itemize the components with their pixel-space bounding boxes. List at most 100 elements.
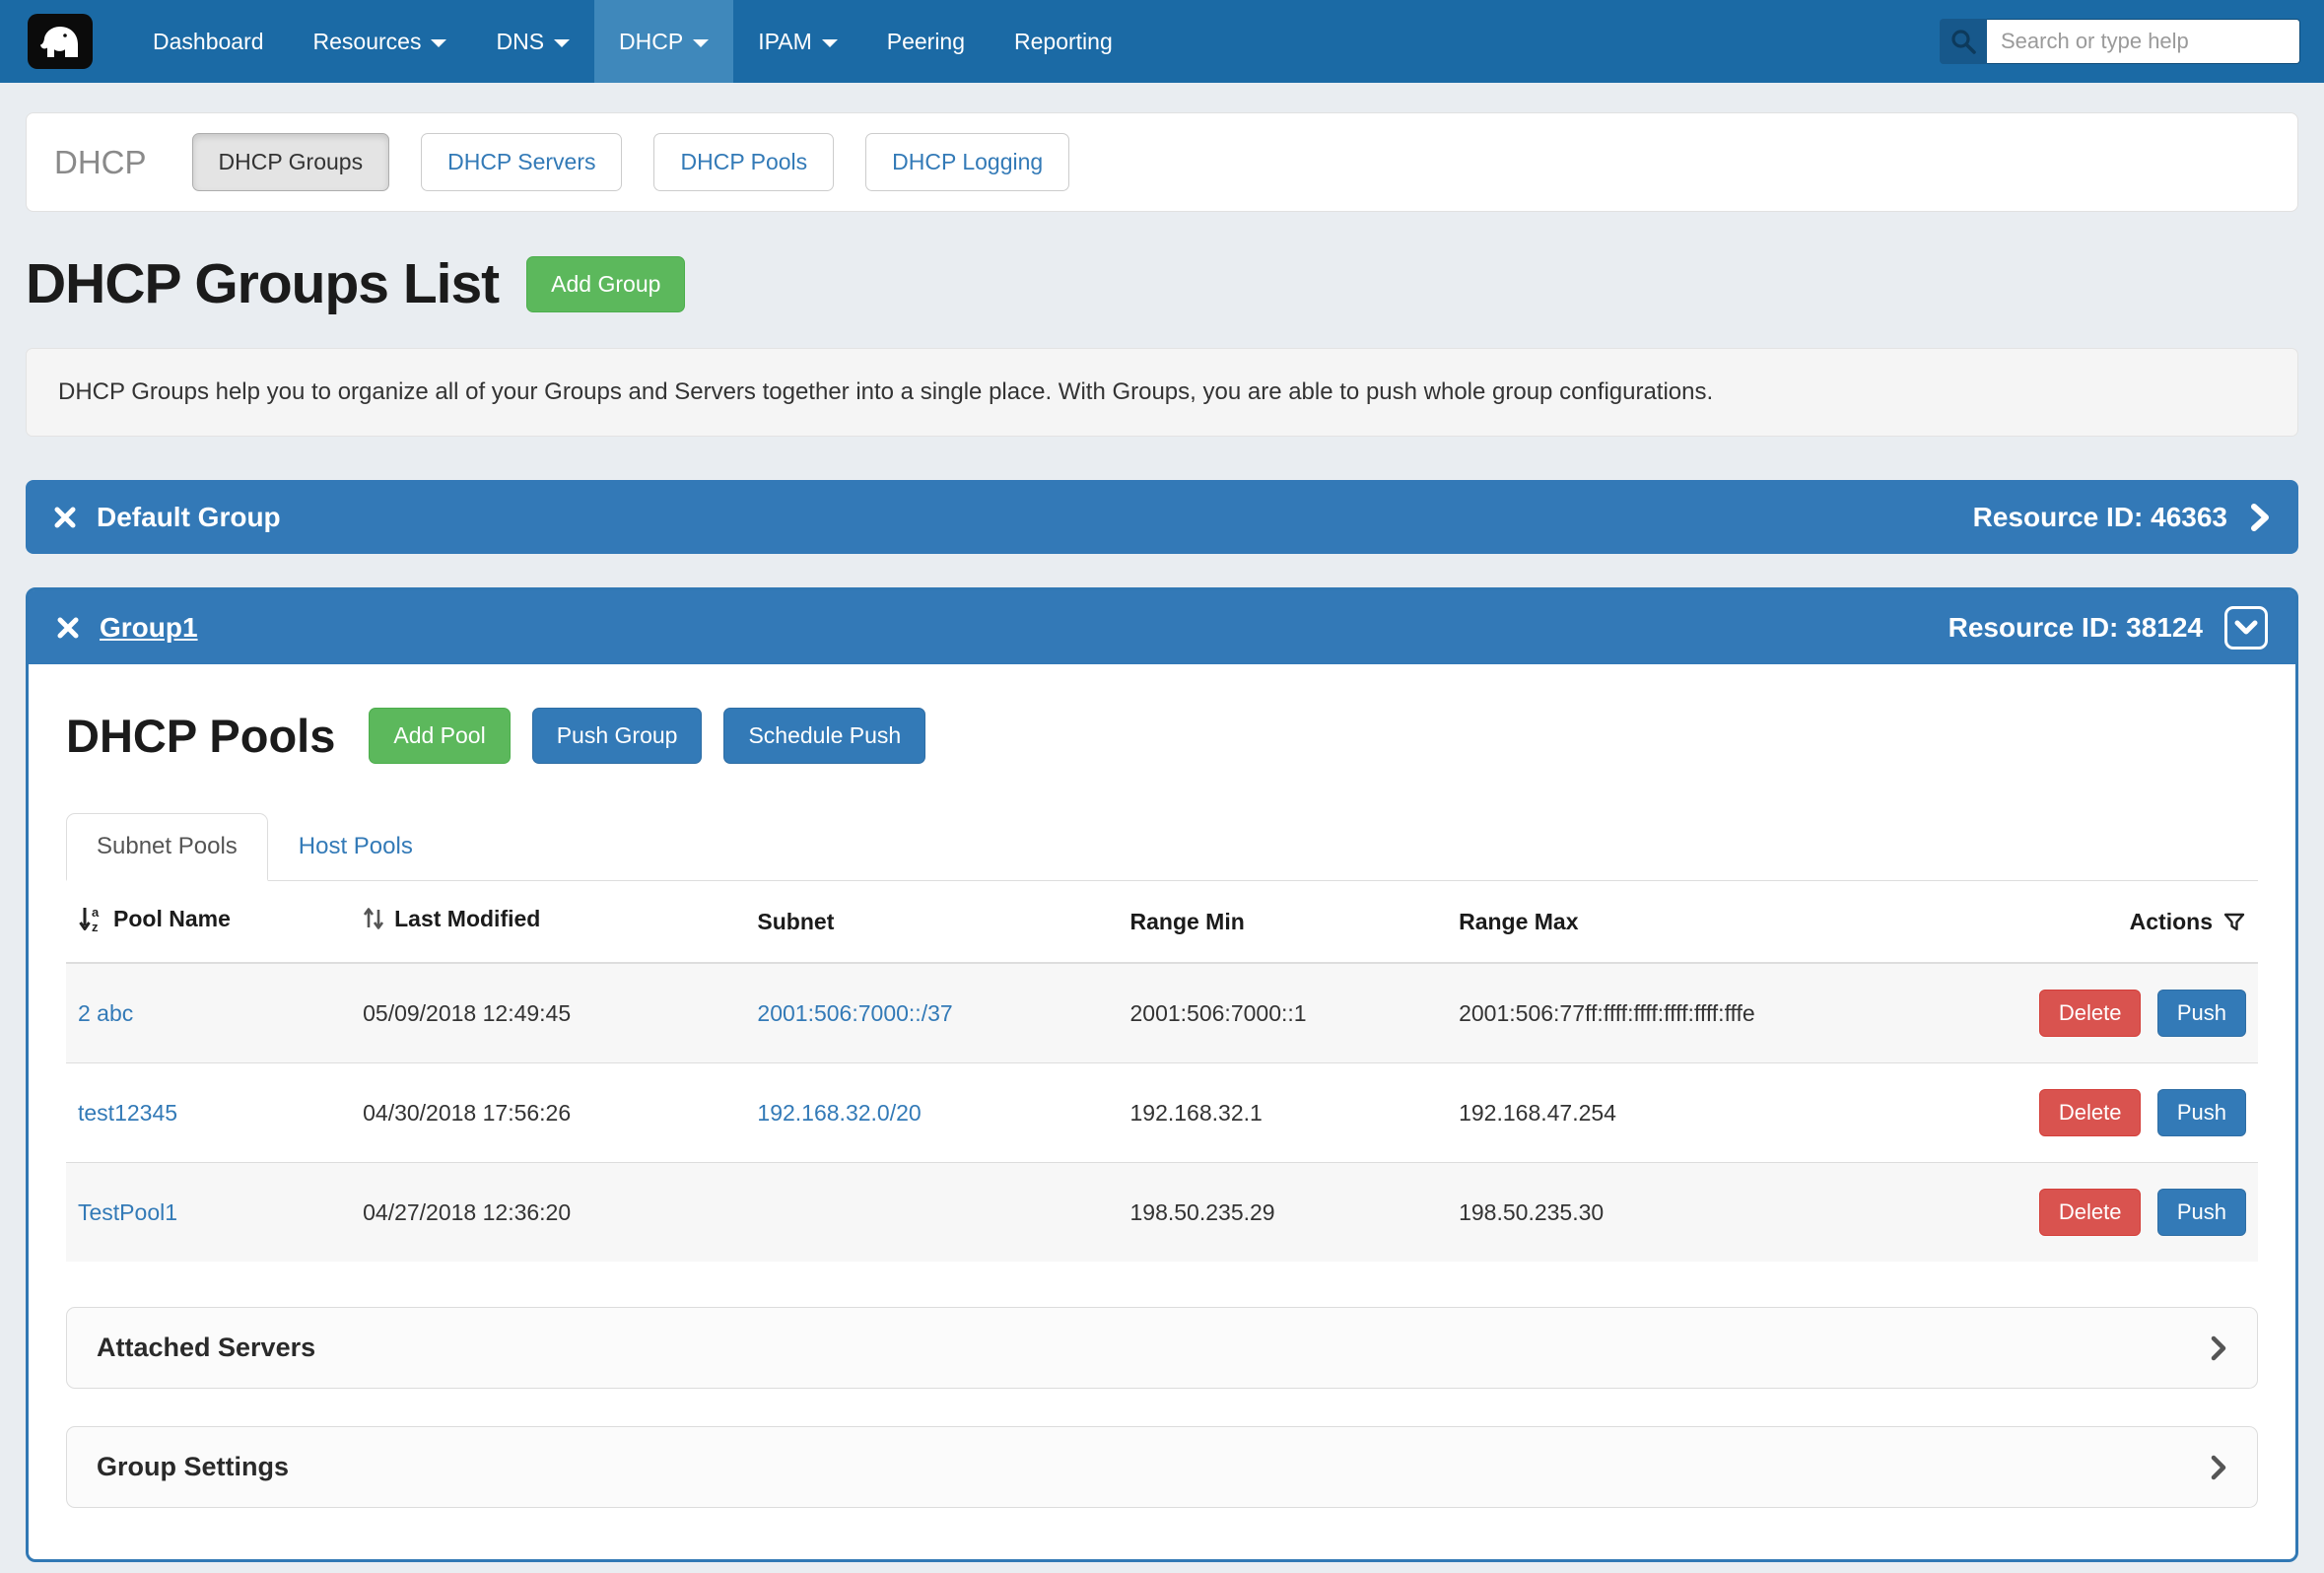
delete-button[interactable]: Delete <box>2039 990 2142 1037</box>
column-subnet: Subnet <box>745 881 1118 963</box>
sort-alpha-icon[interactable]: a z <box>78 905 103 932</box>
nav-ipam[interactable]: IPAM <box>733 0 862 83</box>
resource-id-label: Resource ID: 38124 <box>1948 612 2203 644</box>
range-max-cell: 192.168.47.254 <box>1447 1063 1995 1163</box>
group-right: Resource ID: 46363 <box>1973 502 2271 533</box>
push-button[interactable]: Push <box>2157 1189 2246 1236</box>
description-panel: DHCP Groups help you to organize all of … <box>26 348 2298 437</box>
mammoth-icon <box>38 23 82 60</box>
caret-down-icon <box>822 39 838 47</box>
group-left: Default Group <box>53 502 281 533</box>
nav-peering[interactable]: Peering <box>862 0 990 83</box>
group-panel-group1: Group1 Resource ID: 38124 DHCP Pools Add… <box>26 587 2298 1562</box>
pools-header: DHCP Pools Add Pool Push Group Schedule … <box>66 708 2258 764</box>
range-min-cell: 2001:506:7000::1 <box>1119 963 1448 1063</box>
remove-group-icon[interactable] <box>53 506 77 529</box>
section-label: Group Settings <box>97 1452 289 1482</box>
caret-down-icon <box>431 39 446 47</box>
nav-dashboard-label: Dashboard <box>153 29 264 55</box>
section-label: Attached Servers <box>97 1333 315 1363</box>
nav-dns-label: DNS <box>496 29 544 55</box>
nav-peering-label: Peering <box>887 29 965 55</box>
remove-group-icon[interactable] <box>56 616 80 640</box>
caret-down-icon <box>554 39 570 47</box>
column-label: Range Min <box>1130 909 1245 934</box>
chevron-right-icon[interactable] <box>2249 502 2271 533</box>
last-modified-cell: 04/30/2018 17:56:26 <box>351 1063 745 1163</box>
subnet-pools-table: a z Pool Name <box>66 881 2258 1262</box>
push-group-button[interactable]: Push Group <box>532 708 703 764</box>
tab-dhcp-logging[interactable]: DHCP Logging <box>865 133 1069 191</box>
tab-dhcp-servers[interactable]: DHCP Servers <box>421 133 622 191</box>
nav-ipam-label: IPAM <box>758 29 812 55</box>
provision-logo[interactable] <box>28 14 93 69</box>
table-header-row: a z Pool Name <box>66 881 2258 963</box>
group-left: Group1 <box>56 612 198 644</box>
filter-icon[interactable] <box>2222 910 2246 933</box>
column-pool-name[interactable]: a z Pool Name <box>66 881 351 963</box>
tab-dhcp-groups[interactable]: DHCP Groups <box>192 133 390 191</box>
subnet-link[interactable]: 192.168.32.0/20 <box>757 1100 921 1126</box>
chevron-right-icon <box>2210 1454 2227 1481</box>
column-label: Last Modified <box>394 906 540 932</box>
nav-resources[interactable]: Resources <box>289 0 472 83</box>
column-label: Subnet <box>757 909 834 934</box>
add-group-button[interactable]: Add Group <box>526 256 685 312</box>
schedule-push-button[interactable]: Schedule Push <box>723 708 925 764</box>
push-button[interactable]: Push <box>2157 1089 2246 1136</box>
chevron-down-icon <box>2233 619 2259 637</box>
column-range-min: Range Min <box>1119 881 1448 963</box>
group-row-group1[interactable]: Group1 Resource ID: 38124 <box>29 590 2295 664</box>
tab-dhcp-pools[interactable]: DHCP Pools <box>653 133 834 191</box>
resource-id-label: Resource ID: 46363 <box>1973 502 2227 533</box>
delete-button[interactable]: Delete <box>2039 1189 2142 1236</box>
pool-tabs: Subnet Pools Host Pools <box>66 813 2258 881</box>
group-right: Resource ID: 38124 <box>1948 606 2268 650</box>
pool-name-link[interactable]: 2 abc <box>78 1000 133 1026</box>
subnav-title: DHCP <box>54 144 147 181</box>
column-actions: Actions <box>1995 881 2258 963</box>
table-row: 2 abc 05/09/2018 12:49:45 2001:506:7000:… <box>66 963 2258 1063</box>
tab-host-pools[interactable]: Host Pools <box>268 813 444 880</box>
attached-servers-section[interactable]: Attached Servers <box>66 1307 2258 1389</box>
top-navbar: Dashboard Resources DNS DHCP IPAM Peerin… <box>0 0 2324 83</box>
nav-reporting[interactable]: Reporting <box>990 0 1137 83</box>
delete-button[interactable]: Delete <box>2039 1089 2142 1136</box>
table-row: test12345 04/30/2018 17:56:26 192.168.32… <box>66 1063 2258 1163</box>
chevron-right-icon <box>2210 1334 2227 1362</box>
global-search <box>1940 19 2300 64</box>
collapse-toggle-button[interactable] <box>2224 606 2268 650</box>
pool-name-link[interactable]: test12345 <box>78 1100 177 1126</box>
table-row: TestPool1 04/27/2018 12:36:20 198.50.235… <box>66 1163 2258 1263</box>
search-icon[interactable] <box>1940 19 1987 64</box>
column-label: Pool Name <box>113 906 231 932</box>
push-button[interactable]: Push <box>2157 990 2246 1037</box>
range-min-cell: 198.50.235.29 <box>1119 1163 1448 1263</box>
description-text: DHCP Groups help you to organize all of … <box>58 378 1713 405</box>
tab-subnet-pools[interactable]: Subnet Pools <box>66 813 268 881</box>
nav-dns[interactable]: DNS <box>471 0 594 83</box>
add-pool-button[interactable]: Add Pool <box>369 708 510 764</box>
range-max-cell: 2001:506:77ff:ffff:ffff:ffff:ffff:fffe <box>1447 963 1995 1063</box>
column-last-modified[interactable]: Last Modified <box>351 881 745 963</box>
caret-down-icon <box>693 39 709 47</box>
subnet-cell-empty <box>745 1163 1118 1263</box>
sort-updown-icon[interactable] <box>363 906 384 931</box>
group1-panel-body: DHCP Pools Add Pool Push Group Schedule … <box>29 664 2295 1559</box>
last-modified-cell: 04/27/2018 12:36:20 <box>351 1163 745 1263</box>
svg-text:z: z <box>92 920 99 932</box>
nav-dhcp-label: DHCP <box>619 29 683 55</box>
column-range-max: Range Max <box>1447 881 1995 963</box>
group-settings-section[interactable]: Group Settings <box>66 1426 2258 1508</box>
dhcp-subnav-card: DHCP DHCP Groups DHCP Servers DHCP Pools… <box>26 112 2298 212</box>
nav-items: Dashboard Resources DNS DHCP IPAM Peerin… <box>128 0 1137 83</box>
page-title: DHCP Groups List <box>26 251 499 316</box>
subnet-link[interactable]: 2001:506:7000::/37 <box>757 1000 952 1026</box>
nav-dhcp[interactable]: DHCP <box>594 0 733 83</box>
group-name-link[interactable]: Group1 <box>100 612 198 644</box>
page-content: DHCP DHCP Groups DHCP Servers DHCP Pools… <box>0 112 2324 1562</box>
group-row-default-group[interactable]: Default Group Resource ID: 46363 <box>26 480 2298 554</box>
search-input[interactable] <box>1987 19 2300 64</box>
nav-dashboard[interactable]: Dashboard <box>128 0 289 83</box>
pool-name-link[interactable]: TestPool1 <box>78 1199 177 1225</box>
